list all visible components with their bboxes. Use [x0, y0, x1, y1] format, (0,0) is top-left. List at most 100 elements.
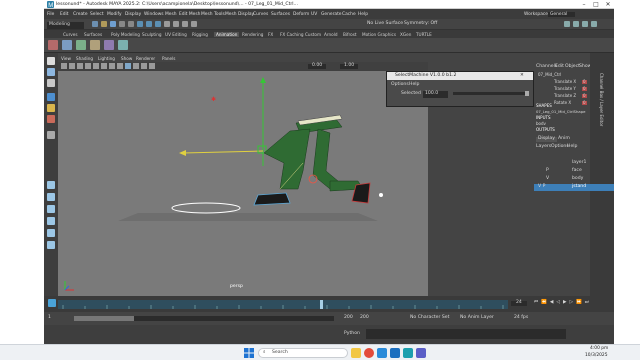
attr-translate-z-value[interactable]: 0 [582, 94, 587, 98]
file-explorer-icon[interactable] [351, 348, 361, 358]
layers-menu-help[interactable]: Help [567, 144, 577, 150]
playblast-icon[interactable] [90, 40, 100, 50]
step-back-key-icon[interactable]: ⏪ [541, 300, 547, 306]
maya-taskbar-icon[interactable] [403, 348, 413, 358]
front-leg-mesh[interactable] [263, 128, 311, 190]
graph-editor-icon[interactable] [62, 40, 72, 50]
shelf-tab-custom[interactable]: Custom [305, 32, 321, 37]
menuset-dropdown[interactable]: Modeling [47, 22, 84, 29]
step-back-frame-icon[interactable]: ◀ [550, 300, 554, 306]
move-x-arrow-icon[interactable] [179, 150, 186, 156]
range-end-field[interactable]: 200 [344, 315, 353, 321]
layers-tab-display[interactable]: Display [536, 136, 557, 142]
snap-grid-icon[interactable] [164, 21, 170, 27]
input-node-name[interactable]: bodv [536, 122, 546, 126]
taskbar-time[interactable]: 4:00 pm [590, 346, 608, 351]
four-view-layout-icon[interactable] [47, 193, 55, 201]
rotate-tool-icon[interactable] [47, 104, 55, 112]
menu-create[interactable]: Create [73, 12, 88, 17]
viewport-menu-show[interactable]: Show [121, 56, 132, 61]
taskbar-search-box[interactable]: ⌕ Search [258, 348, 348, 358]
channel-box-icon[interactable] [591, 21, 597, 27]
front-shoe[interactable] [253, 192, 291, 206]
persp-graph-layout-icon[interactable] [47, 217, 55, 225]
chrome-icon[interactable] [364, 348, 374, 358]
shelf-tab-rendering[interactable]: Rendering [242, 32, 263, 37]
redo-icon[interactable] [128, 21, 134, 27]
dialog-close-icon[interactable]: ✕ [520, 73, 524, 79]
lasso-tool-icon[interactable] [47, 68, 55, 76]
symmetry-status[interactable]: Symmetry: Off [404, 21, 437, 27]
attr-translate-x-value[interactable]: 0 [582, 80, 587, 84]
open-scene-icon[interactable] [101, 21, 107, 27]
shelf-tab-turtle[interactable]: TURTLE [416, 32, 432, 37]
select-component-icon[interactable] [155, 21, 161, 27]
attr-translate-x-label[interactable]: Translate X [554, 80, 576, 84]
animation-end-field[interactable]: 200 [360, 315, 369, 321]
minimize-button[interactable]: – [578, 0, 590, 9]
shelf-tab-arnold[interactable]: Arnold [324, 32, 338, 37]
knee-control[interactable] [308, 174, 318, 184]
dialog-slider-handle[interactable] [525, 91, 529, 96]
perspective-viewport[interactable]: ✱ persp [58, 71, 428, 296]
layer-row[interactable]: layer1 [534, 160, 614, 167]
command-input[interactable] [366, 329, 566, 339]
single-perspective-layout-icon[interactable] [47, 181, 55, 189]
undo-icon[interactable] [119, 21, 125, 27]
shelf-tab-rigging[interactable]: Rigging [192, 32, 208, 37]
dialog-menu-options[interactable]: Options [391, 82, 409, 88]
shelf-tab-motion-graphics[interactable]: Motion Graphics [362, 32, 396, 37]
play-forwards-icon[interactable]: ▶ [563, 300, 567, 306]
viewport-menu-panels[interactable]: Panels [162, 56, 175, 61]
current-frame-field[interactable]: 24 [511, 300, 527, 306]
menu-file[interactable]: File [47, 12, 54, 17]
resolution-gate-icon[interactable] [109, 63, 115, 69]
range-bar-track[interactable] [74, 316, 334, 321]
menu-mesh-tools[interactable]: Mesh Tools [201, 12, 225, 17]
go-to-start-icon[interactable]: ⏮ [534, 300, 538, 306]
lights-icon[interactable] [141, 63, 147, 69]
layer-name[interactable]: body [572, 176, 583, 182]
side-tab-label[interactable]: Channel Box / Layer Editor [599, 73, 604, 126]
menu-mesh[interactable]: Mesh [165, 12, 177, 17]
menu-deform[interactable]: Deform [293, 12, 309, 17]
motion-trail-icon[interactable] [118, 40, 128, 50]
fps-dropdown[interactable]: 24 fps [514, 315, 528, 321]
teams-icon[interactable] [416, 348, 426, 358]
attr-rotate-x-value[interactable]: 0 [582, 101, 587, 105]
move-y-arrow-icon[interactable] [260, 77, 266, 83]
menu-edit-mesh[interactable]: Edit Mesh [179, 12, 200, 17]
camera-select-icon[interactable] [61, 63, 67, 69]
timeline-track[interactable] [58, 300, 508, 309]
attr-translate-y-value[interactable]: 0 [582, 87, 587, 91]
move-center-handle[interactable] [257, 145, 267, 154]
attr-translate-y-label[interactable]: Translate Y [554, 87, 576, 91]
modeling-toolkit-icon[interactable] [564, 21, 570, 27]
edge-icon[interactable] [377, 348, 387, 358]
taskbar-date[interactable]: 10/3/2025 [585, 353, 608, 358]
shelf-tab-poly-modeling[interactable]: Poly Modeling [111, 32, 140, 37]
layer-row-selected[interactable]: V P jstand [534, 184, 614, 191]
persp-outliner-layout-icon[interactable] [47, 205, 55, 213]
key-frame-icon[interactable] [48, 40, 58, 50]
shelf-tab-xgen[interactable]: XGen [400, 32, 411, 37]
no-live-surface[interactable]: No Live Surface [367, 21, 403, 27]
save-scene-icon[interactable] [110, 21, 116, 27]
anim-layer-dropdown[interactable]: No Anim Layer [460, 315, 494, 321]
gamma-field[interactable]: 1.00 [340, 63, 359, 69]
hypershade-layout-icon[interactable] [47, 241, 55, 249]
layer-row[interactable]: P face [534, 168, 614, 175]
snap-curve-icon[interactable] [173, 21, 179, 27]
menu-uv[interactable]: UV [311, 12, 317, 17]
tool-settings-icon[interactable] [582, 21, 588, 27]
dialog-slider[interactable] [453, 91, 529, 96]
wireframe-icon[interactable] [117, 63, 123, 69]
menu-modify[interactable]: Modify [107, 12, 122, 17]
paint-select-icon[interactable] [47, 79, 55, 87]
select-tool-icon[interactable] [47, 57, 55, 65]
select-object-icon[interactable] [146, 21, 152, 27]
layer-flags[interactable]: V P [538, 184, 545, 190]
channelbox-node-name[interactable]: 07_Mid_Ctrl [538, 73, 561, 77]
close-button[interactable]: ✕ [602, 0, 614, 9]
windows-start-icon[interactable] [244, 348, 254, 358]
